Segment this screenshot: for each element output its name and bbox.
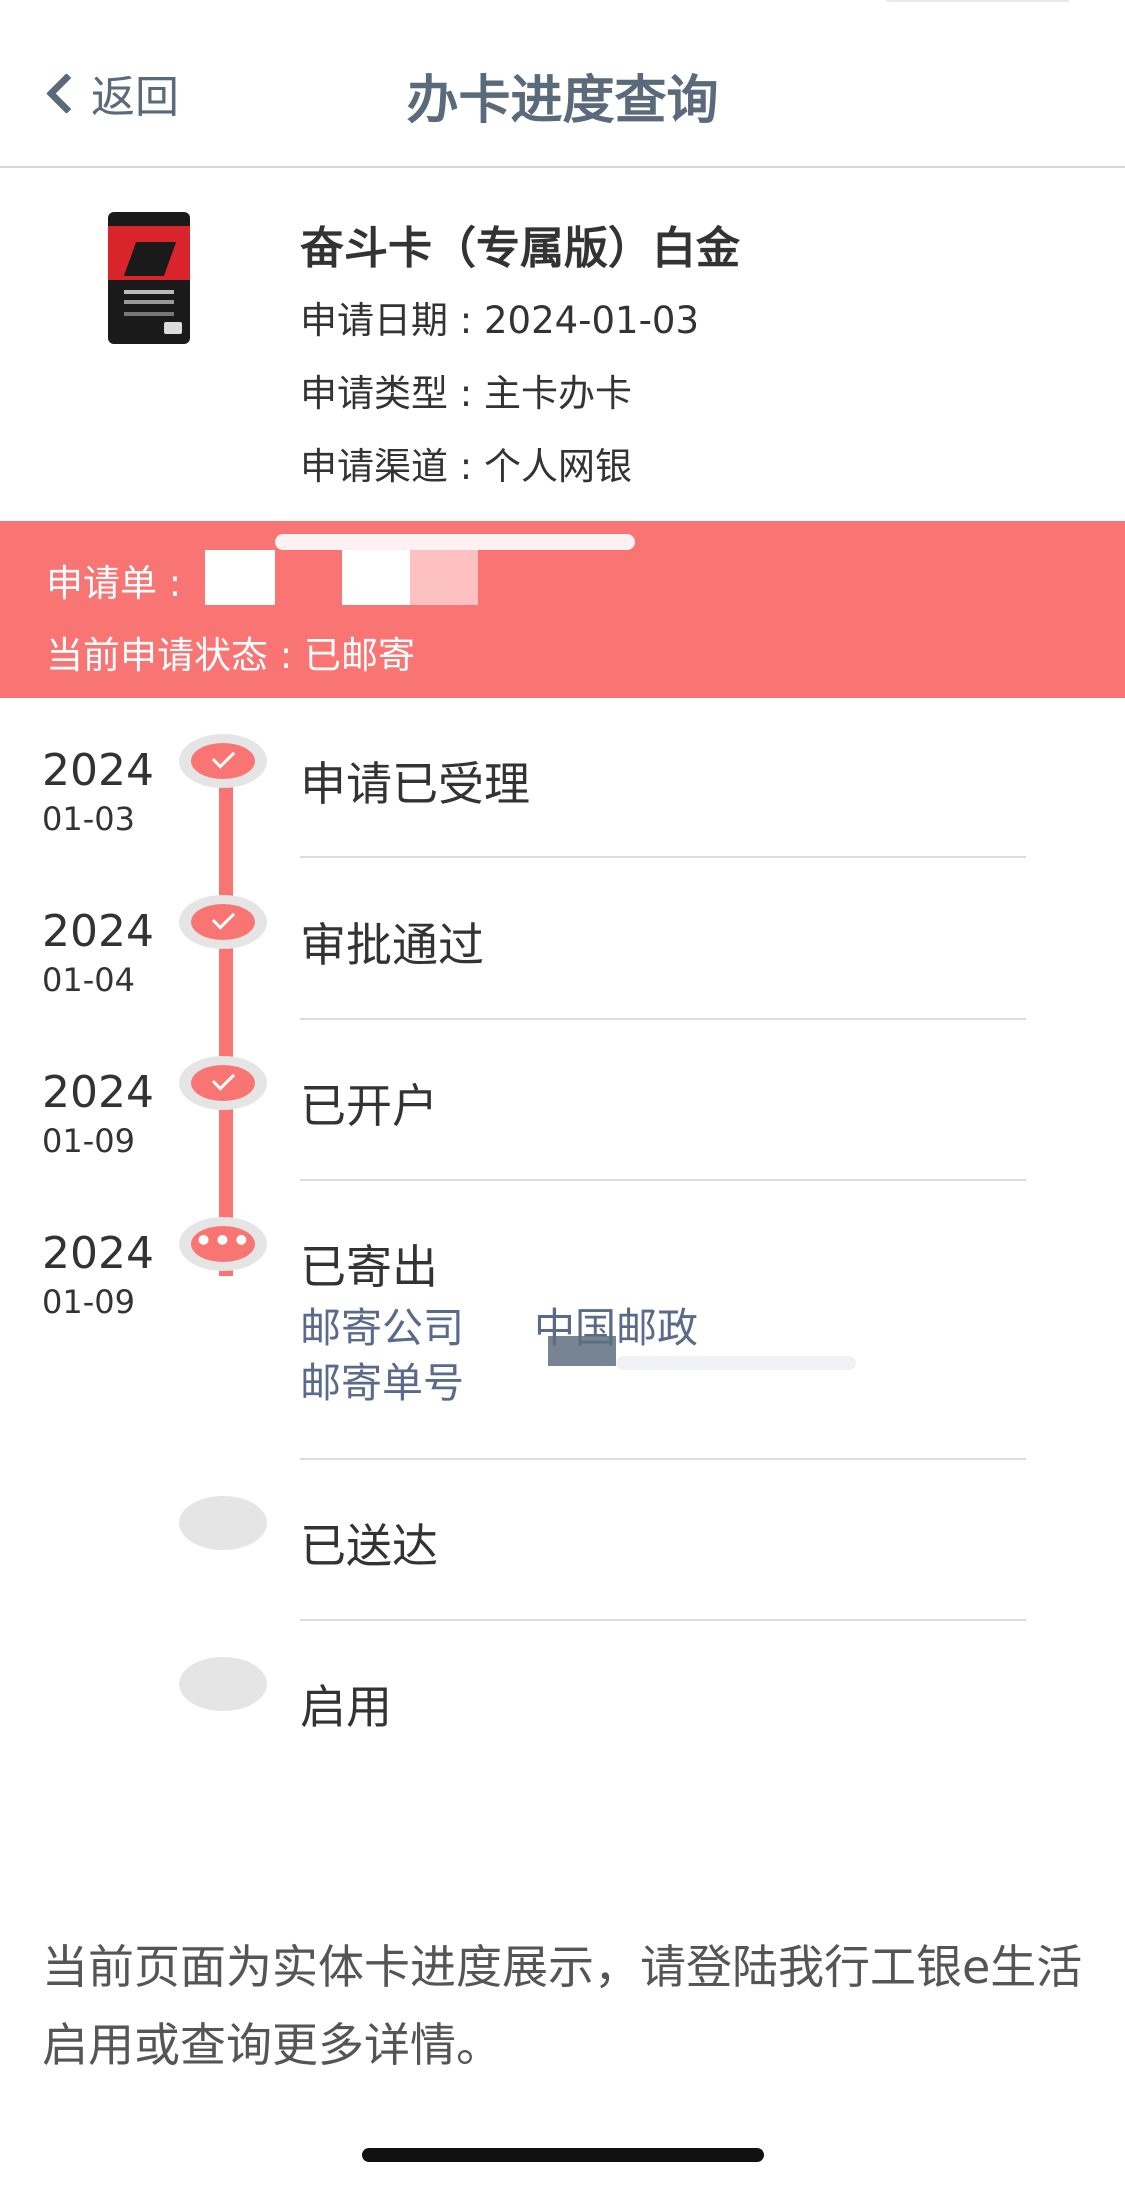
apply-channel: 申请渠道 : 个人网银 (300, 445, 632, 488)
footer-note: 当前页面为实体卡进度展示，请登陆我行工银e生活启用或查询更多详情。 (42, 1940, 1083, 2072)
divider (300, 856, 1026, 858)
check-circle-icon (179, 895, 267, 949)
divider (300, 1619, 1026, 1621)
step-date: 01-04 (42, 961, 135, 999)
mail-number-key: 邮寄单号 (300, 1359, 464, 1407)
redaction-block (205, 550, 275, 605)
step-label: 已寄出 (300, 1240, 438, 1294)
step-label: 申请已受理 (300, 757, 530, 811)
back-button[interactable]: 返回 (40, 60, 179, 126)
redaction-block (275, 534, 635, 550)
card-name: 奋斗卡（专属版）白金 (300, 223, 740, 274)
step-year: 2024 (42, 1067, 154, 1118)
step-label: 审批通过 (300, 918, 484, 972)
step-year: 2024 (42, 745, 154, 796)
step-date: 01-09 (42, 1122, 135, 1160)
redaction-block (548, 1336, 616, 1366)
apply-type: 申请类型 : 主卡办卡 (300, 372, 632, 415)
card-thumbnail (108, 212, 190, 344)
status-text: 当前申请状态 : 已邮寄 (46, 634, 415, 677)
redaction-block (410, 550, 478, 605)
divider (300, 1458, 1026, 1460)
step-date: 01-03 (42, 800, 135, 838)
mail-company-key: 邮寄公司 (300, 1304, 464, 1352)
redaction-block (616, 1356, 856, 1370)
redaction-block (342, 550, 410, 605)
order-label: 申请单 : (46, 562, 182, 605)
step-date: 01-09 (42, 1283, 135, 1321)
pending-circle-icon (179, 1496, 267, 1550)
step-label: 已送达 (300, 1519, 438, 1573)
chevron-left-icon (45, 72, 88, 114)
divider (300, 1179, 1026, 1181)
apply-date: 申请日期 : 2024-01-03 (300, 299, 700, 342)
step-year: 2024 (42, 1228, 154, 1279)
step-year: 2024 (42, 906, 154, 957)
step-label: 启用 (300, 1680, 392, 1734)
timeline-line (219, 760, 233, 1276)
home-indicator[interactable] (362, 2148, 764, 2162)
pending-circle-icon (179, 1657, 267, 1711)
step-label: 已开户 (300, 1079, 438, 1133)
check-circle-icon (179, 734, 267, 788)
check-circle-icon (179, 1056, 267, 1110)
more-dots-icon: ••• (179, 1217, 267, 1271)
divider (300, 1018, 1026, 1020)
back-label: 返回 (91, 72, 179, 123)
